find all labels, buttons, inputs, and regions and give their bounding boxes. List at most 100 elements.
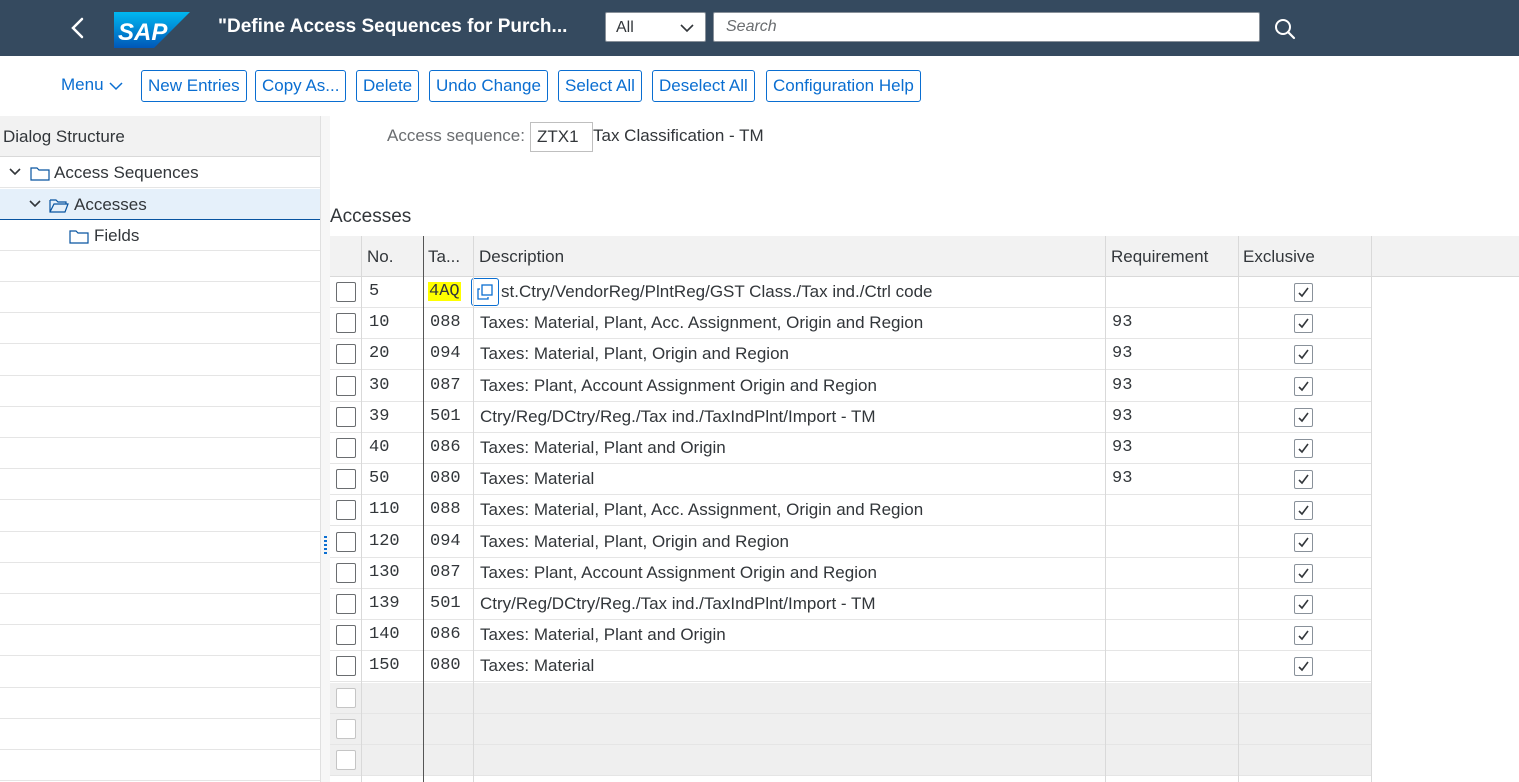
- table-cell-no[interactable]: 139: [369, 594, 400, 613]
- exclusive-checkbox[interactable]: [1294, 532, 1313, 552]
- exclusive-checkbox[interactable]: [1294, 376, 1313, 396]
- column-header-requirement[interactable]: Requirement: [1111, 247, 1208, 267]
- row-select-checkbox[interactable]: [336, 500, 356, 521]
- column-header-no[interactable]: No.: [367, 247, 393, 267]
- tree-empty-row: [0, 625, 320, 657]
- row-select-checkbox[interactable]: [336, 531, 356, 552]
- table-cell-requirement[interactable]: 93: [1112, 438, 1132, 457]
- table-cell-table[interactable]: 501: [430, 407, 461, 426]
- tree-item-access-sequences[interactable]: Access Sequences: [0, 157, 320, 188]
- table-cell-table[interactable]: 087: [430, 376, 461, 395]
- copy-as-button[interactable]: Copy As...: [255, 70, 347, 102]
- column-header-table[interactable]: Ta...: [428, 247, 460, 267]
- deselect-all-button[interactable]: Deselect All: [652, 70, 755, 102]
- table-cell-no[interactable]: 40: [369, 438, 389, 457]
- menu-button[interactable]: Menu: [61, 75, 124, 95]
- exclusive-checkbox[interactable]: [1294, 657, 1313, 677]
- table-cell-no[interactable]: 20: [369, 344, 389, 363]
- exclusive-checkbox[interactable]: [1294, 501, 1313, 521]
- table-cell-table[interactable]: 088: [430, 313, 461, 332]
- table-row[interactable]: 5 4AQ st.Ctry/VendorReg/PlntReg/GST Class.…: [330, 277, 1371, 308]
- table-cell-table[interactable]: 086: [430, 625, 461, 644]
- row-select-checkbox[interactable]: [336, 625, 356, 646]
- exclusive-checkbox[interactable]: [1294, 595, 1313, 614]
- table-cell-requirement[interactable]: 93: [1112, 376, 1132, 395]
- table-cell-table[interactable]: 086: [430, 438, 461, 457]
- back-button[interactable]: [62, 12, 94, 44]
- exclusive-checkbox[interactable]: [1294, 407, 1313, 427]
- sap-logo[interactable]: SAP: [114, 12, 190, 48]
- table-row[interactable]: 40 086 Taxes: Material, Plant and Origin 93: [330, 433, 1371, 464]
- tree-item-fields[interactable]: Fields: [0, 220, 320, 251]
- table-cell-table[interactable]: 4AQ: [428, 282, 461, 301]
- table-cell-table[interactable]: 094: [430, 532, 461, 551]
- exclusive-checkbox[interactable]: [1294, 563, 1313, 583]
- search-input[interactable]: [713, 12, 1260, 42]
- panel-splitter[interactable]: [320, 116, 330, 782]
- table-row[interactable]: 139 501 Ctry/Reg/DCtry/Reg./Tax ind./TaxIn…: [330, 589, 1371, 620]
- chevron-down-icon[interactable]: [28, 198, 42, 210]
- table-cell-requirement[interactable]: 93: [1112, 344, 1132, 363]
- table-cell-no[interactable]: 130: [369, 563, 400, 582]
- table-cell-no[interactable]: 10: [369, 313, 389, 332]
- new-entries-button[interactable]: New Entries: [141, 70, 247, 102]
- table-cell-table[interactable]: 501: [430, 594, 461, 613]
- row-select-checkbox[interactable]: [336, 375, 356, 396]
- column-header-exclusive[interactable]: Exclusive: [1243, 247, 1315, 267]
- configuration-help-button[interactable]: Configuration Help: [766, 70, 921, 102]
- value-help-button[interactable]: [471, 278, 499, 306]
- row-select-checkbox[interactable]: [336, 594, 356, 614]
- table-cell-no[interactable]: 5: [369, 282, 379, 301]
- row-select-checkbox[interactable]: [336, 344, 356, 365]
- row-select-checkbox[interactable]: [336, 438, 356, 458]
- search-button[interactable]: [1272, 16, 1298, 42]
- table-row[interactable]: 20 094 Taxes: Material, Plant, Origin and …: [330, 339, 1371, 371]
- row-select-checkbox[interactable]: [336, 313, 356, 334]
- table-cell-table[interactable]: 080: [430, 656, 461, 675]
- table-cell-no[interactable]: 120: [369, 532, 400, 551]
- table-cell-no[interactable]: 110: [369, 500, 400, 519]
- select-all-button[interactable]: Select All: [558, 70, 642, 102]
- exclusive-checkbox[interactable]: [1294, 283, 1313, 302]
- table-cell-no[interactable]: 39: [369, 407, 389, 426]
- tree-item-accesses[interactable]: Accesses: [0, 189, 320, 220]
- row-select-checkbox[interactable]: [336, 656, 356, 677]
- exclusive-checkbox[interactable]: [1294, 439, 1313, 458]
- table-row[interactable]: 130 087 Taxes: Plant, Account Assignment O…: [330, 558, 1371, 589]
- table-cell-table[interactable]: 094: [430, 344, 461, 363]
- table-row[interactable]: 150 080 Taxes: Material: [330, 651, 1371, 683]
- exclusive-checkbox[interactable]: [1294, 626, 1313, 646]
- splitter-grip-icon[interactable]: [324, 536, 327, 554]
- column-header-description[interactable]: Description: [479, 247, 564, 267]
- row-select-checkbox[interactable]: [336, 469, 356, 490]
- table-row[interactable]: 10 088 Taxes: Material, Plant, Acc. Assign…: [330, 308, 1371, 340]
- table-cell-table[interactable]: 087: [430, 563, 461, 582]
- table-cell-no[interactable]: 150: [369, 656, 400, 675]
- row-select-checkbox[interactable]: [336, 282, 356, 302]
- table-row[interactable]: 120 094 Taxes: Material, Plant, Origin and…: [330, 527, 1371, 558]
- table-cell-table[interactable]: 080: [430, 469, 461, 488]
- exclusive-checkbox[interactable]: [1294, 470, 1313, 490]
- delete-button[interactable]: Delete: [356, 70, 420, 102]
- table-cell-requirement[interactable]: 93: [1112, 407, 1132, 426]
- dialog-structure-title: Dialog Structure: [3, 127, 125, 146]
- table-cell-no[interactable]: 140: [369, 625, 400, 644]
- table-cell-no[interactable]: 50: [369, 469, 389, 488]
- search-scope-select[interactable]: All: [605, 12, 706, 42]
- exclusive-checkbox[interactable]: [1294, 314, 1313, 334]
- table-row[interactable]: 39 501 Ctry/Reg/DCtry/Reg./Tax ind./TaxInd…: [330, 402, 1371, 433]
- row-select-checkbox[interactable]: [336, 406, 356, 427]
- row-select-checkbox[interactable]: [336, 562, 356, 583]
- table-row[interactable]: 110 088 Taxes: Material, Plant, Acc. Assig…: [330, 495, 1371, 527]
- exclusive-checkbox[interactable]: [1294, 345, 1313, 365]
- table-row[interactable]: 30 087 Taxes: Plant, Account Assignment Or…: [330, 371, 1371, 402]
- table-cell-table[interactable]: 088: [430, 500, 461, 519]
- table-cell-requirement[interactable]: 93: [1112, 313, 1132, 332]
- table-row[interactable]: 140 086 Taxes: Material, Plant and Origin: [330, 620, 1371, 652]
- table-cell-no[interactable]: 30: [369, 376, 389, 395]
- chevron-down-icon[interactable]: [8, 166, 22, 178]
- undo-change-button[interactable]: Undo Change: [429, 70, 548, 102]
- checkmark-icon: [1298, 630, 1309, 641]
- table-row[interactable]: 50 080 Taxes: Material 93: [330, 464, 1371, 496]
- table-cell-requirement[interactable]: 93: [1112, 469, 1132, 488]
